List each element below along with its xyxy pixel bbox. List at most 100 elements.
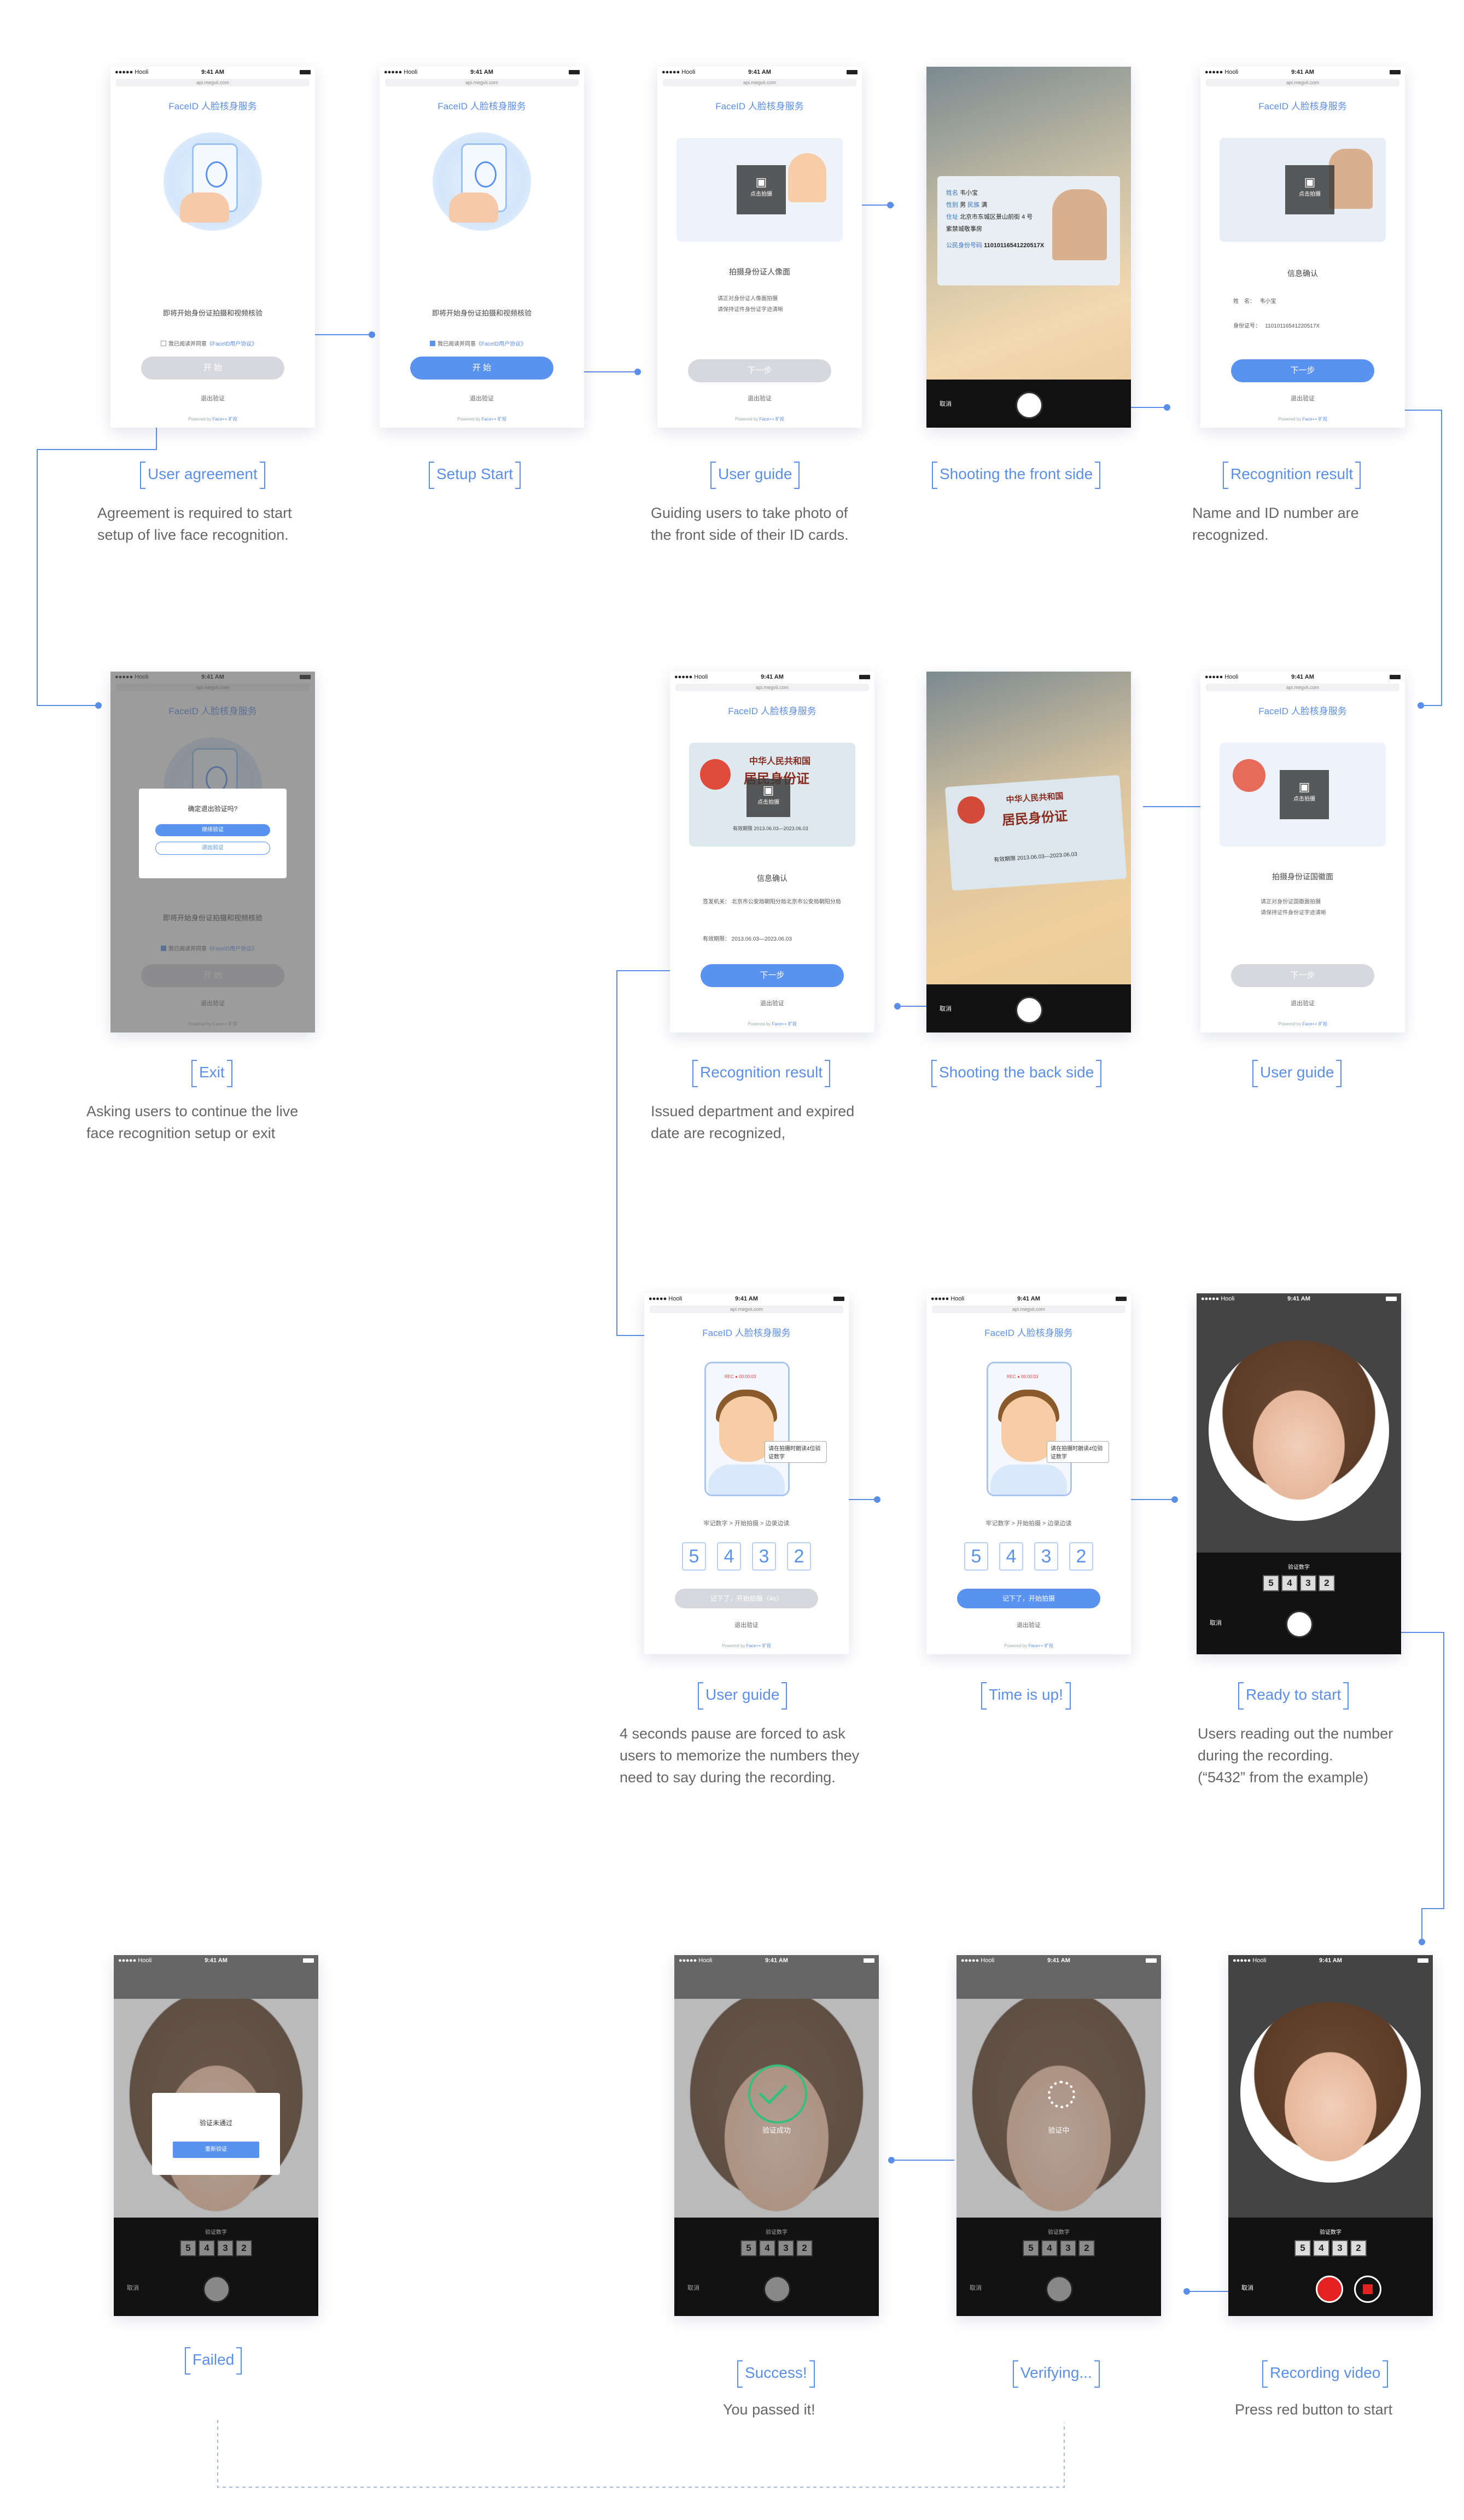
agreement-checkbox[interactable]: 我已阅读并同意《FaceID用户协议》 <box>161 339 257 347</box>
record-button[interactable] <box>1286 1611 1313 1638</box>
guide-tips: 请正对身份证人像面拍摄 请保持证件身份证字迹清晰 <box>718 296 783 313</box>
exit-button[interactable]: 退出验证 <box>155 842 270 855</box>
retake-button[interactable]: ▣ 点击拍摄 <box>1285 165 1334 214</box>
camera-button[interactable]: ▣ 点击拍摄 <box>737 165 786 214</box>
face-scan-illustration <box>433 132 531 231</box>
next-button[interactable]: 下一步 <box>1231 964 1374 987</box>
shutter-button[interactable] <box>1016 392 1043 419</box>
face-scan-illustration <box>164 132 262 231</box>
start-button[interactable]: 开 始 <box>141 357 284 380</box>
exit-link[interactable]: 退出验证 <box>1200 999 1405 1007</box>
cancel-button[interactable]: 取消 <box>1241 2283 1253 2292</box>
connector-dot <box>887 202 894 208</box>
status-text: 验证成功 <box>762 2126 791 2134</box>
digits-label: 验证数字 <box>1320 2230 1341 2236</box>
exit-link[interactable]: 退出验证 <box>926 1620 1131 1629</box>
caption-desc: Asking users to continue the live face re… <box>86 1103 299 1141</box>
continue-button[interactable]: 继续验证 <box>155 824 270 836</box>
camera-icon[interactable]: ▣ <box>746 783 790 797</box>
agreement-link[interactable]: 《FaceID用户协议》 <box>476 341 526 347</box>
camera-icon[interactable]: ▣ <box>1280 780 1329 794</box>
url-bar[interactable]: api.megvii.com <box>932 1305 1125 1313</box>
caption-setup-start: Setup Start <box>428 462 521 489</box>
connector-dot <box>888 2157 895 2163</box>
card-country: 中华人民共和国 <box>1006 791 1064 805</box>
checkbox-icon[interactable] <box>161 341 166 346</box>
verification-digits: 5432 <box>114 2240 318 2256</box>
verification-digits: 5432 <box>1197 1575 1401 1591</box>
cancel-button[interactable]: 取消 <box>1210 1618 1222 1627</box>
cancel-button[interactable]: 取消 <box>970 2283 982 2292</box>
caption-recording: Recording video <box>1262 2360 1389 2388</box>
record-button[interactable] <box>1046 2276 1073 2303</box>
record-button[interactable] <box>763 2276 791 2303</box>
camera-icon[interactable]: ▣ <box>737 175 786 189</box>
screen-failed: ●●●●● Hooli 9:41 AM 验证数字 5432 取消 验证未通过 重新… <box>114 1955 318 2316</box>
hint-bubble: 请在拍摄时朗读4位验证数字 <box>765 1441 827 1463</box>
instruction-text: 即将开始身份证拍摄和视频核验 <box>431 309 532 317</box>
exit-link[interactable]: 退出验证 <box>644 1620 849 1629</box>
url-bar[interactable]: api.megvii.com <box>116 79 310 86</box>
connector-dot <box>894 1003 901 1010</box>
face-preview <box>1209 1340 1389 1521</box>
card-type: 居民身份证 <box>1001 808 1068 829</box>
guide-tips: 请正对身份证国徽面拍摄 请保持证件身份证字迹清晰 <box>1261 899 1326 916</box>
screen-record-guide: ●●●●● Hooli 9:41 AM api.megvii.com FaceID… <box>644 1293 849 1654</box>
url-bar[interactable]: api.megvii.com <box>1206 79 1399 86</box>
retry-button[interactable]: 重新验证 <box>173 2142 259 2158</box>
exit-link[interactable]: 退出验证 <box>110 394 315 402</box>
exit-link[interactable]: 退出验证 <box>670 999 874 1007</box>
exit-link[interactable]: 退出验证 <box>1200 394 1405 402</box>
clock: 9:41 AM <box>201 69 224 75</box>
camera-controls: 取消 <box>926 984 1131 1032</box>
start-recording-button[interactable]: 记下了，开始拍摄 <box>957 1589 1100 1608</box>
camera-icon[interactable]: ▣ <box>1285 175 1334 189</box>
screen-shoot-back: 中华人民共和国 居民身份证 有效期限 2013.06.03—2023.06.03… <box>926 672 1131 1032</box>
agreement-checkbox[interactable]: 我已阅读并同意《FaceID用户协议》 <box>430 339 526 347</box>
page-title: FaceID 人脸核身服务 <box>984 1328 1073 1338</box>
face-preview <box>1240 2002 1421 2183</box>
url-bar[interactable]: api.megvii.com <box>1206 684 1399 691</box>
issuer-row: 签发机关： 北京市公安局朝阳分局北京市公安局朝阳分局 <box>703 899 841 905</box>
next-button[interactable]: 下一步 <box>688 359 831 382</box>
connector-dot <box>95 702 102 709</box>
verification-digits: 5432 <box>926 1542 1131 1571</box>
url-bar[interactable]: api.megvii.com <box>385 79 579 86</box>
stop-icon[interactable] <box>1363 2284 1373 2294</box>
start-recording-button[interactable]: 记下了，开始拍摄（4s） <box>675 1589 818 1608</box>
shutter-button[interactable] <box>1016 996 1043 1024</box>
dialog-title: 确定退出验证吗? <box>188 805 238 813</box>
url-bar[interactable]: api.megvii.com <box>650 1305 843 1313</box>
caption-shoot-back: Shooting the back side <box>931 1060 1102 1087</box>
cancel-button[interactable]: 取消 <box>687 2283 699 2292</box>
cancel-button[interactable]: 取消 <box>940 1004 952 1013</box>
page-title: FaceID 人脸核身服务 <box>728 706 816 716</box>
record-button[interactable] <box>1316 2276 1343 2303</box>
caption-shoot-front: Shooting the front side <box>931 462 1101 489</box>
retake-button[interactable]: ▣ 点击拍摄 <box>746 779 790 817</box>
caption-recog-result: Recognition result <box>692 1060 831 1087</box>
camera-button[interactable]: ▣ 点击拍摄 <box>1280 770 1329 819</box>
cancel-button[interactable]: 取消 <box>127 2283 139 2292</box>
next-button[interactable]: 下一步 <box>701 964 844 987</box>
caption-desc: Guiding users to take photo of the front … <box>651 505 849 543</box>
checkbox-checked-icon[interactable] <box>430 341 435 346</box>
screen-verifying: ●●●●● Hooli 9:41 AM 验证中 验证数字 5432 取消 <box>956 1955 1161 2316</box>
next-button[interactable]: 下一步 <box>1231 359 1374 382</box>
url-bar[interactable]: api.megvii.com <box>675 684 869 691</box>
card-valid: 有效期限 2013.06.03—2023.06.03 <box>733 826 808 831</box>
agreement-link[interactable]: 《FaceID用户协议》 <box>207 341 257 347</box>
exit-link[interactable]: 退出验证 <box>380 394 584 402</box>
exit-confirm-dialog: 确定退出验证吗? 继续验证 退出验证 <box>139 789 287 878</box>
caption-desc: 4 seconds pause are forced to ask users t… <box>620 1725 860 1786</box>
cancel-button[interactable]: 取消 <box>940 399 952 408</box>
connector-dot <box>1419 1939 1425 1945</box>
screen-ready: ●●●●● Hooli 9:41 AM 验证数字 5432 取消 <box>1197 1293 1401 1654</box>
exit-link[interactable]: 退出验证 <box>657 394 862 402</box>
connector-dot <box>874 1496 880 1503</box>
record-button[interactable] <box>203 2276 230 2303</box>
start-button[interactable]: 开 始 <box>410 357 553 380</box>
stop-button[interactable] <box>1354 2276 1381 2303</box>
screen-recog-front: ●●●●● Hooli 9:41 AM api.megvii.com FaceID… <box>1200 67 1405 428</box>
url-bar[interactable]: api.megvii.com <box>663 79 856 86</box>
